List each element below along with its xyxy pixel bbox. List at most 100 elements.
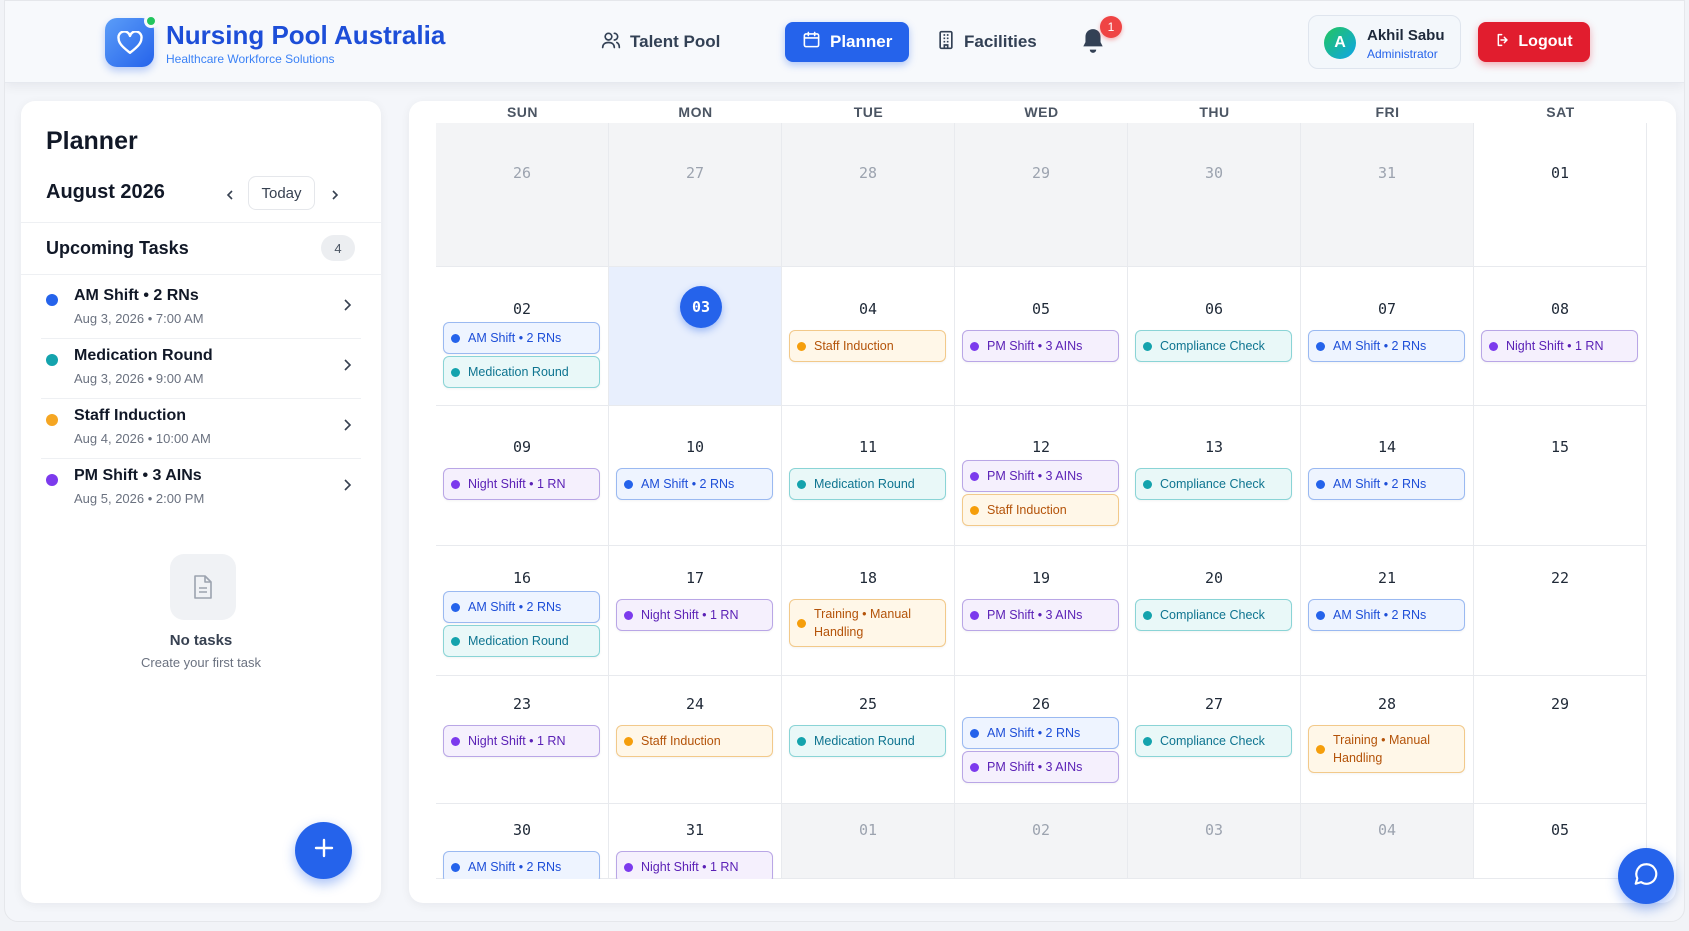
planner-sidebar: Planner August 2026 Today Upcoming Tasks…: [21, 101, 381, 903]
calendar-event[interactable]: AM Shift • 2 RNs: [1308, 330, 1465, 362]
calendar-event[interactable]: Night Shift • 1 RN: [443, 725, 600, 757]
day-cell[interactable]: 24 Staff Induction: [609, 676, 782, 804]
day-cell[interactable]: 18 Training • Manual Handling: [782, 546, 955, 676]
day-cell[interactable]: 16 AM Shift • 2 RNs Medication Round: [436, 546, 609, 676]
day-cell[interactable]: 13 Compliance Check: [1128, 406, 1301, 546]
day-cell[interactable]: 26: [436, 123, 609, 267]
day-cell[interactable]: 07 AM Shift • 2 RNs: [1301, 267, 1474, 406]
event-label: Medication Round: [468, 634, 569, 648]
nav-facilities[interactable]: Facilities: [920, 22, 1054, 62]
date-number: 05: [1550, 821, 1570, 839]
event-dot: [1489, 341, 1498, 351]
day-cell[interactable]: 27: [609, 123, 782, 267]
calendar-event[interactable]: Staff Induction: [616, 725, 773, 757]
calendar-event[interactable]: Night Shift • 1 RN: [1481, 330, 1638, 362]
day-cell[interactable]: 20 Compliance Check: [1128, 546, 1301, 676]
day-cell[interactable]: 25 Medication Round: [782, 676, 955, 804]
day-cell[interactable]: 17 Night Shift • 1 RN: [609, 546, 782, 676]
calendar-event[interactable]: AM Shift • 2 RNs: [616, 468, 773, 500]
day-cell[interactable]: 01: [782, 804, 955, 879]
day-cell[interactable]: 21 AM Shift • 2 RNs: [1301, 546, 1474, 676]
nav-planner[interactable]: Planner: [785, 22, 910, 62]
empty-state-subtitle: Create your first task: [141, 655, 261, 670]
calendar-event[interactable]: Medication Round: [443, 356, 600, 388]
day-cell[interactable]: 04 Staff Induction: [782, 267, 955, 406]
calendar-event[interactable]: Night Shift • 1 RN: [616, 599, 773, 631]
calendar-event[interactable]: Compliance Check: [1135, 330, 1292, 362]
day-cell[interactable]: 04: [1301, 804, 1474, 879]
calendar-event[interactable]: PM Shift • 3 AINs: [962, 330, 1119, 362]
day-cell[interactable]: 28: [782, 123, 955, 267]
calendar-event[interactable]: Compliance Check: [1135, 599, 1292, 631]
day-cell[interactable]: 11 Medication Round: [782, 406, 955, 546]
add-task-button[interactable]: [295, 822, 352, 879]
calendar-event[interactable]: Training • Manual Handling: [789, 599, 946, 647]
event-label: Medication Round: [814, 477, 915, 491]
calendar-event[interactable]: PM Shift • 3 AINs: [962, 599, 1119, 631]
day-cell[interactable]: 28 Training • Manual Handling: [1301, 676, 1474, 804]
calendar-event[interactable]: Medication Round: [789, 725, 946, 757]
event-label: Staff Induction: [641, 734, 721, 748]
day-cell[interactable]: 27 Compliance Check: [1128, 676, 1301, 804]
day-cell[interactable]: 29: [1474, 676, 1647, 804]
calendar-event[interactable]: PM Shift • 3 AINs: [962, 460, 1119, 492]
calendar-event[interactable]: Compliance Check: [1135, 725, 1292, 757]
day-cell[interactable]: 02 AM Shift • 2 RNs Medication Round: [436, 267, 609, 406]
prev-month-chevron-icon[interactable]: [218, 183, 242, 207]
day-cell[interactable]: 29: [955, 123, 1128, 267]
day-cell[interactable]: 05 PM Shift • 3 AINs: [955, 267, 1128, 406]
day-cell[interactable]: 10 AM Shift • 2 RNs: [609, 406, 782, 546]
calendar-event[interactable]: AM Shift • 2 RNs: [962, 717, 1119, 749]
today-button[interactable]: Today: [248, 176, 315, 210]
day-cell[interactable]: 23 Night Shift • 1 RN: [436, 676, 609, 804]
logout-button[interactable]: Logout: [1478, 22, 1590, 62]
calendar-event[interactable]: PM Shift • 3 AINs: [962, 751, 1119, 783]
task-item[interactable]: Medication Round Aug 3, 2026 • 9:00 AM: [21, 335, 381, 399]
calendar-event[interactable]: AM Shift • 2 RNs: [1308, 599, 1465, 631]
day-cell[interactable]: 22: [1474, 546, 1647, 676]
day-cell[interactable]: 02: [955, 804, 1128, 879]
calendar-event[interactable]: AM Shift • 2 RNs: [443, 851, 600, 879]
calendar-event[interactable]: AM Shift • 2 RNs: [1308, 468, 1465, 500]
calendar-event[interactable]: Medication Round: [789, 468, 946, 500]
task-item[interactable]: Staff Induction Aug 4, 2026 • 10:00 AM: [21, 395, 381, 459]
calendar-event[interactable]: AM Shift • 2 RNs: [443, 591, 600, 623]
calendar-event[interactable]: Night Shift • 1 RN: [443, 468, 600, 500]
user-profile[interactable]: A Akhil Sabu Administrator: [1308, 15, 1461, 69]
weekday-header: MON: [678, 104, 713, 120]
day-cell[interactable]: 03: [1128, 804, 1301, 879]
calendar-event[interactable]: Staff Induction: [962, 494, 1119, 526]
calendar-event[interactable]: Night Shift • 1 RN: [616, 851, 773, 879]
task-name: PM Shift • 3 AINs: [74, 467, 202, 484]
day-cell[interactable]: 30: [1128, 123, 1301, 267]
calendar-event[interactable]: Training • Manual Handling: [1308, 725, 1465, 773]
day-cell[interactable]: 26 AM Shift • 2 RNs PM Shift • 3 AINs: [955, 676, 1128, 804]
next-month-chevron-icon[interactable]: [323, 183, 347, 207]
day-cell[interactable]: 19 PM Shift • 3 AINs: [955, 546, 1128, 676]
day-cell[interactable]: 15: [1474, 406, 1647, 546]
date-number: 19: [1031, 569, 1051, 587]
day-cell[interactable]: 08 Night Shift • 1 RN: [1474, 267, 1647, 406]
event-dot: [1143, 341, 1152, 351]
chat-button[interactable]: [1618, 848, 1674, 904]
heart-logo-icon[interactable]: [105, 14, 158, 67]
day-cell[interactable]: 30 AM Shift • 2 RNs: [436, 804, 609, 879]
nav-talent-pool[interactable]: Talent Pool: [584, 22, 737, 62]
day-cell[interactable]: 03: [609, 267, 782, 406]
calendar-event[interactable]: Compliance Check: [1135, 468, 1292, 500]
day-cell[interactable]: 14 AM Shift • 2 RNs: [1301, 406, 1474, 546]
calendar-event[interactable]: Staff Induction: [789, 330, 946, 362]
chat-bubble-icon: [1633, 861, 1659, 892]
day-cell[interactable]: 31 Night Shift • 1 RN: [609, 804, 782, 879]
day-cell[interactable]: 06 Compliance Check: [1128, 267, 1301, 406]
task-item[interactable]: PM Shift • 3 AINs Aug 5, 2026 • 2:00 PM: [21, 455, 381, 519]
task-item[interactable]: AM Shift • 2 RNs Aug 3, 2026 • 7:00 AM: [21, 275, 381, 339]
date-number: 05: [1031, 300, 1051, 318]
calendar-event[interactable]: Medication Round: [443, 625, 600, 657]
event-label: AM Shift • 2 RNs: [468, 860, 562, 874]
day-cell[interactable]: 09 Night Shift • 1 RN: [436, 406, 609, 546]
day-cell[interactable]: 31: [1301, 123, 1474, 267]
day-cell[interactable]: 01: [1474, 123, 1647, 267]
calendar-event[interactable]: AM Shift • 2 RNs: [443, 322, 600, 354]
day-cell[interactable]: 12 PM Shift • 3 AINs Staff Induction: [955, 406, 1128, 546]
